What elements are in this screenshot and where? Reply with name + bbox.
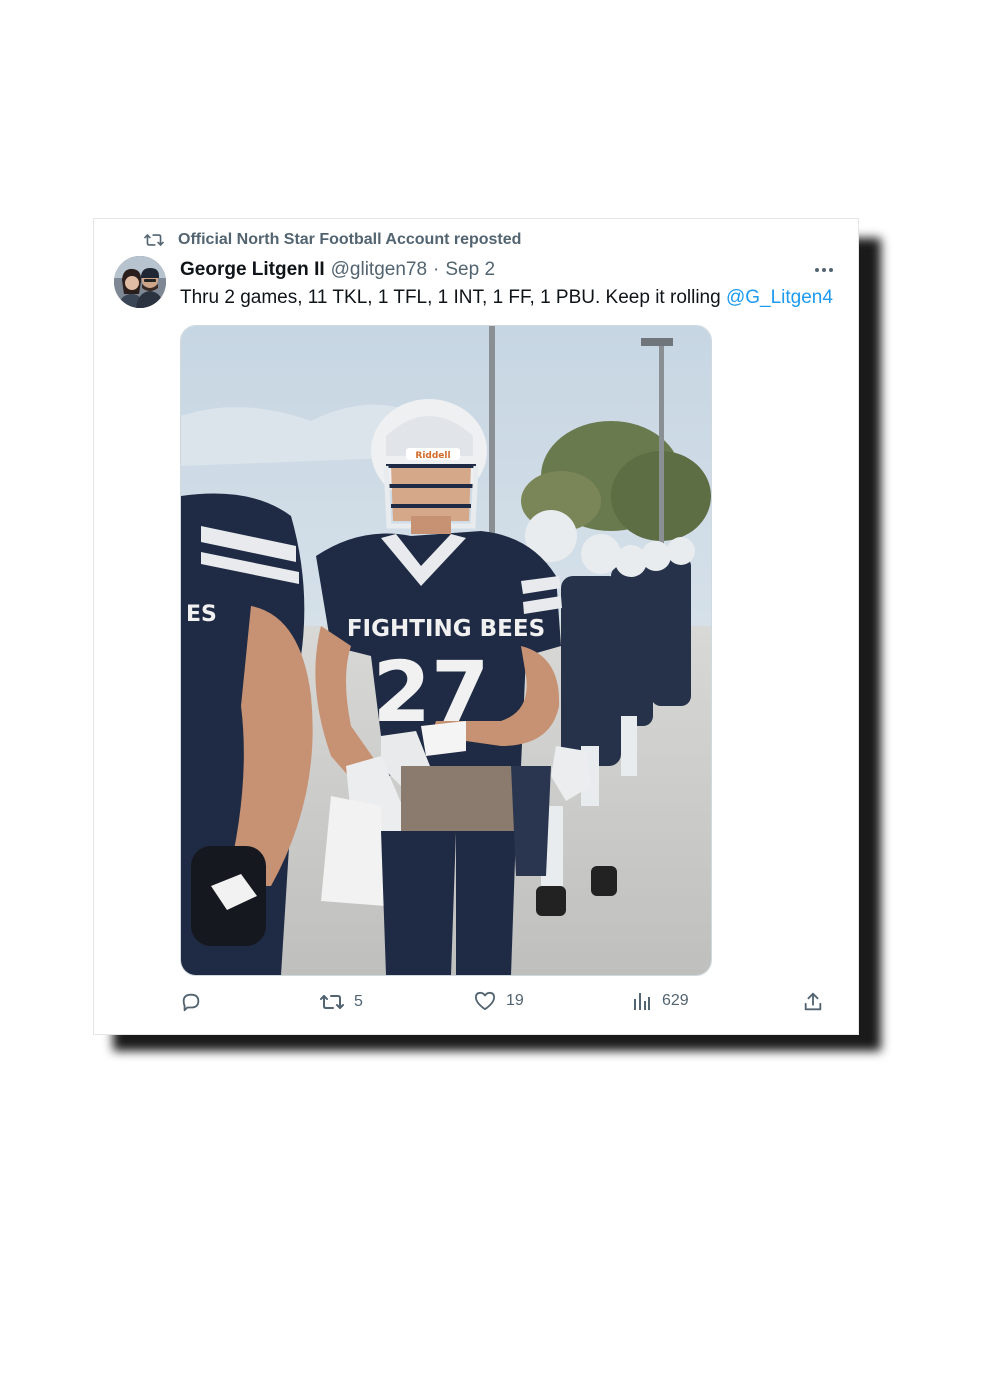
analytics-icon	[632, 991, 652, 1011]
like-count: 19	[506, 992, 524, 1009]
tweet-image[interactable]: FIGHTING BEES 27 ES Riddell	[180, 325, 712, 976]
jersey-text: FIGHTING BEES	[347, 616, 545, 642]
tweet-text: Thru 2 games, 11 TKL, 1 TFL, 1 INT, 1 FF…	[180, 287, 833, 309]
repost-button[interactable]: 5	[320, 991, 363, 1013]
views-button[interactable]: 629	[632, 991, 689, 1011]
more-options-button[interactable]	[810, 257, 838, 281]
tweet-card[interactable]: Official North Star Football Account rep…	[93, 218, 859, 1035]
sleeve-text: ES	[186, 602, 217, 627]
like-button[interactable]: 19	[474, 991, 524, 1011]
mention-link[interactable]: @G_Litgen4	[726, 287, 833, 308]
helmet-brand: Riddell	[415, 451, 450, 461]
views-count: 629	[662, 992, 689, 1009]
tweet-header: George Litgen II @glitgen78 · Sep 2	[180, 259, 495, 281]
repost-context: Official North Star Football Account rep…	[144, 231, 521, 249]
repost-icon	[320, 991, 344, 1013]
display-name[interactable]: George Litgen II	[180, 259, 325, 281]
share-button[interactable]	[802, 991, 824, 1013]
reply-icon	[180, 991, 202, 1013]
action-bar: 5 19 629	[180, 991, 830, 1021]
share-icon	[802, 991, 824, 1013]
more-dots-icon	[814, 260, 834, 278]
user-handle[interactable]: @glitgen78	[331, 259, 427, 281]
tweet-body: Thru 2 games, 11 TKL, 1 TFL, 1 INT, 1 FF…	[180, 287, 721, 308]
avatar[interactable]	[114, 256, 166, 308]
separator-dot: ·	[433, 259, 440, 280]
reply-button[interactable]	[180, 991, 212, 1013]
repost-label: Official North Star Football Account rep…	[178, 231, 522, 248]
heart-icon	[474, 991, 496, 1011]
repost-icon	[144, 231, 164, 249]
tweet-date[interactable]: Sep 2	[445, 259, 495, 281]
repost-count: 5	[354, 993, 363, 1010]
